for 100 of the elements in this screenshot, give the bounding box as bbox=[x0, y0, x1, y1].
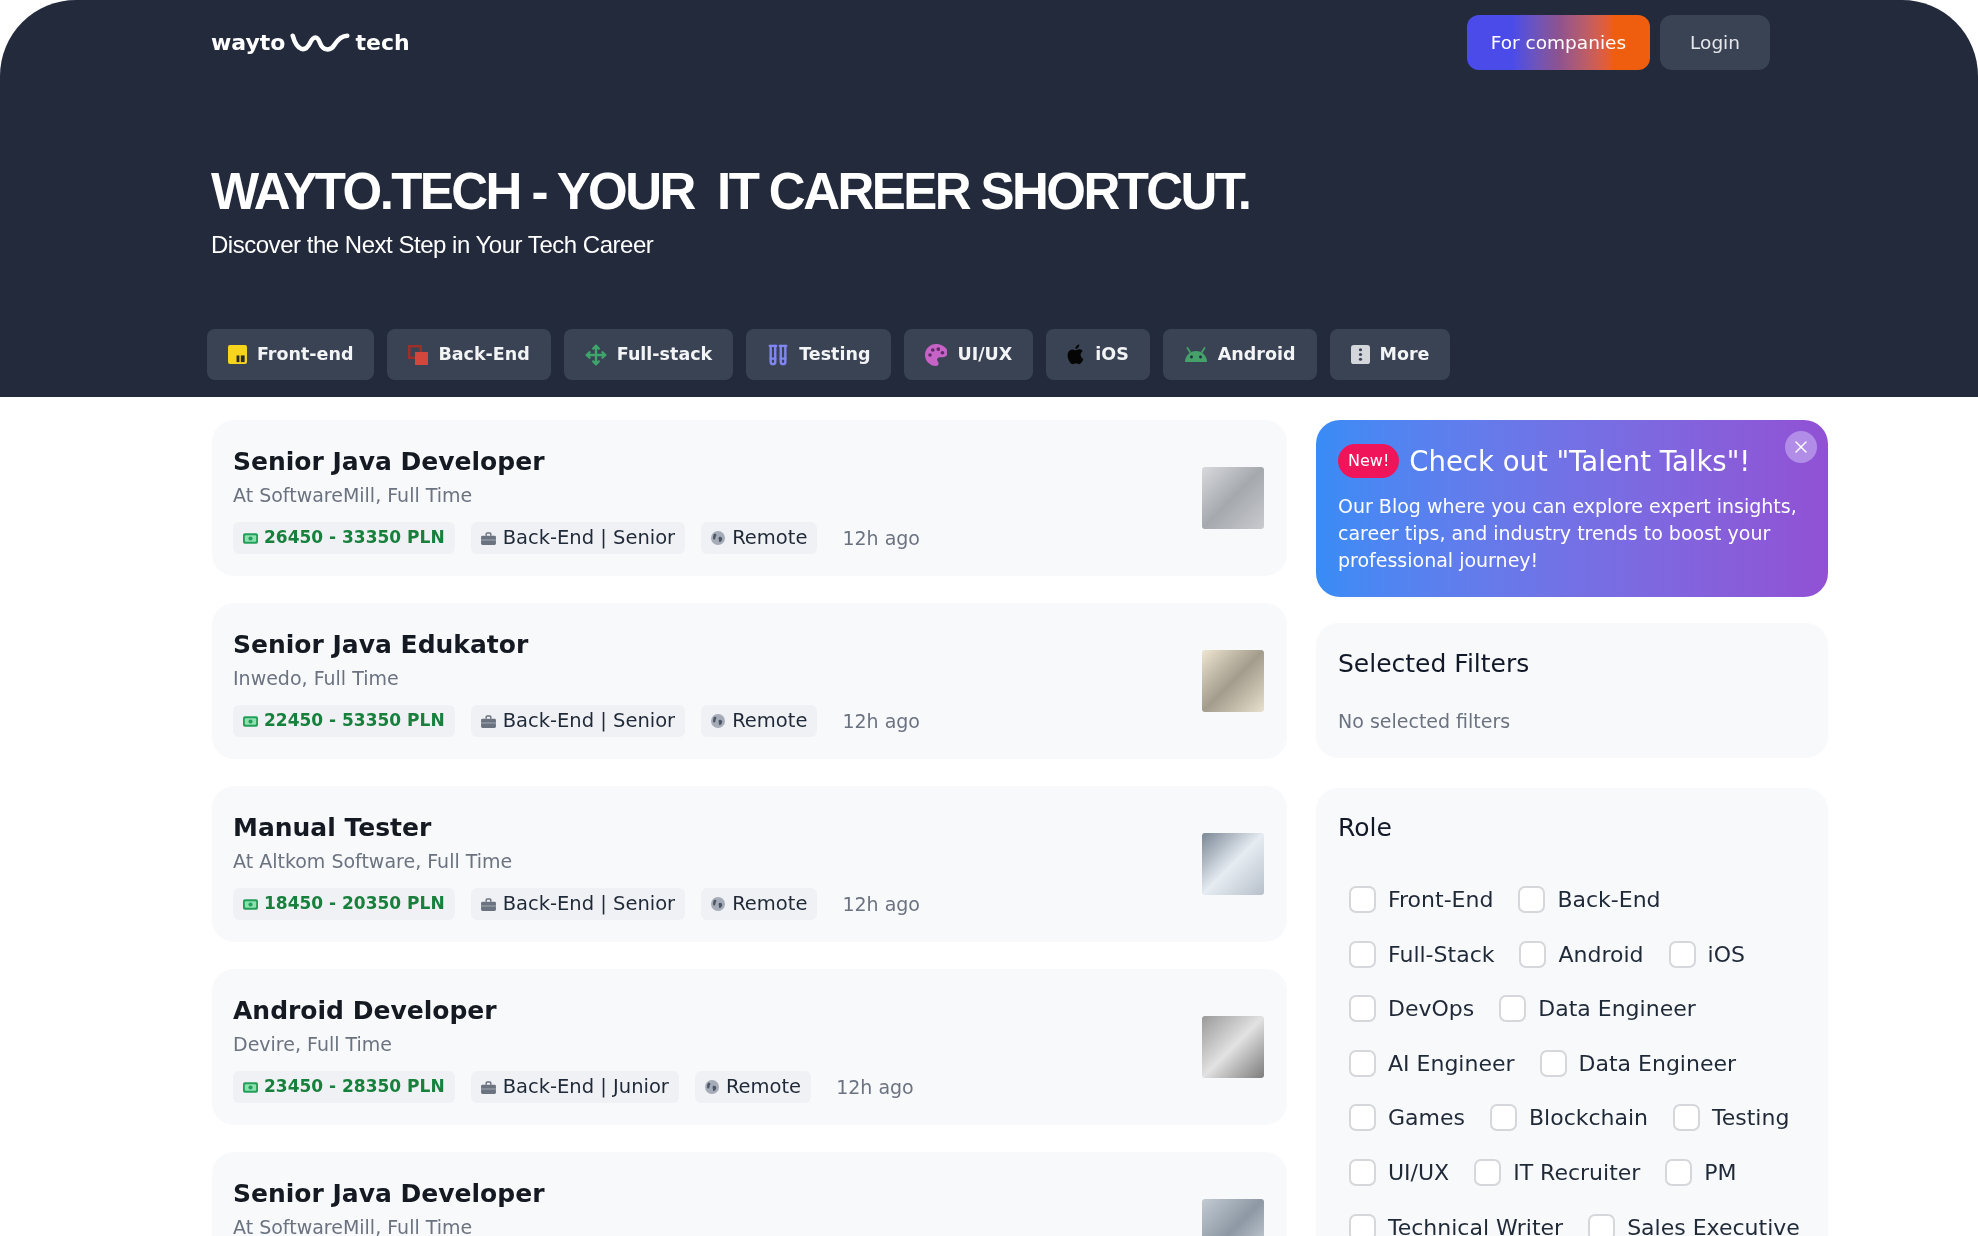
role-option-label[interactable]: Sales Executive bbox=[1627, 1213, 1800, 1236]
banknote-icon bbox=[243, 1081, 258, 1093]
category-button[interactable]: iOS bbox=[1046, 329, 1150, 380]
logo-placeholder bbox=[1202, 833, 1264, 895]
role-option-label[interactable]: DevOps bbox=[1388, 995, 1475, 1023]
job-card[interactable]: Senior Java Edukator Inwedo, Full Time 22450 - 53350 PLN Back-End | Senior Remote 12h ago bbox=[212, 603, 1287, 759]
role-option-label[interactable]: Full-Stack bbox=[1388, 940, 1495, 968]
role-option-label[interactable]: iOS bbox=[1707, 940, 1745, 968]
tile-icon bbox=[228, 345, 247, 364]
salary-text: 22450 - 53350 PLN bbox=[264, 709, 445, 733]
role-option-label[interactable]: PM bbox=[1704, 1158, 1737, 1186]
role-checkbox[interactable] bbox=[1349, 1213, 1376, 1236]
job-card[interactable]: Android Developer Devire, Full Time 23450 - 28350 PLN Back-End | Junior Remote 12h ago bbox=[212, 969, 1287, 1125]
role-option-label[interactable]: AI Engineer bbox=[1388, 1049, 1515, 1077]
briefcase-icon bbox=[480, 897, 496, 911]
briefcase-icon bbox=[480, 714, 496, 728]
role-checkbox[interactable] bbox=[1349, 886, 1376, 913]
logo-placeholder bbox=[1202, 650, 1264, 712]
company-text: At SoftwareMill, Full Time bbox=[233, 1217, 474, 1236]
category-button[interactable]: More bbox=[1329, 329, 1451, 380]
role-checkbox[interactable] bbox=[1349, 1104, 1376, 1132]
role-option-label[interactable]: UI/UX bbox=[1388, 1158, 1450, 1186]
home-logo-link[interactable]: wayto tech bbox=[211, 26, 410, 59]
logo-placeholder bbox=[1202, 467, 1264, 529]
company-text: Devire, Full Time bbox=[233, 1034, 394, 1054]
role-checkbox[interactable] bbox=[1519, 940, 1547, 968]
squares-icon bbox=[408, 344, 429, 365]
role-checkbox[interactable] bbox=[1349, 1158, 1376, 1186]
company-text: At Altkom Software, Full Time bbox=[233, 851, 514, 871]
job-card[interactable]: Senior Java Developer At SoftwareMill, Full Time 26450 - 33350 PLN Back-End | Senior Remote 12h ago bbox=[212, 420, 1287, 576]
dots-icon bbox=[1350, 345, 1370, 364]
category-button[interactable]: UI/UX bbox=[904, 329, 1034, 380]
role-option-label[interactable]: Back-End bbox=[1557, 886, 1661, 913]
role-checkbox[interactable] bbox=[1539, 1049, 1567, 1077]
role-checkbox[interactable] bbox=[1668, 940, 1696, 968]
role-option-label[interactable]: Testing bbox=[1712, 1104, 1790, 1132]
category-button[interactable]: Front-end bbox=[207, 329, 375, 380]
role-option-label[interactable]: Data Engineer bbox=[1578, 1049, 1737, 1077]
role-checkbox[interactable] bbox=[1349, 995, 1376, 1023]
category-button[interactable]: Testing bbox=[746, 329, 892, 380]
job-title: Manual Tester bbox=[233, 812, 433, 844]
role-option-label[interactable]: Android bbox=[1558, 940, 1644, 968]
role-checkbox[interactable] bbox=[1474, 1158, 1502, 1186]
job-title: Senior Java Developer bbox=[233, 1178, 545, 1210]
promo-title: Check out "Talent Talks"! bbox=[1409, 444, 1751, 478]
salary-text: 26450 - 33350 PLN bbox=[264, 526, 445, 550]
category-text: Back-End | Junior bbox=[502, 1074, 669, 1101]
role-checkbox[interactable] bbox=[1489, 1104, 1517, 1132]
category-button[interactable]: Full-stack bbox=[563, 329, 734, 380]
globe-icon bbox=[711, 531, 726, 545]
role-checkbox[interactable] bbox=[1665, 1158, 1693, 1186]
test-tubes-icon bbox=[767, 343, 790, 366]
banknote-icon bbox=[243, 898, 258, 910]
job-title: Senior Java Edukator bbox=[233, 629, 530, 661]
login-button[interactable]: Login bbox=[1660, 15, 1770, 70]
hero-subtitle: Discover the Next Step in Your Tech Career bbox=[211, 230, 655, 260]
role-option-label[interactable]: Data Engineer bbox=[1538, 995, 1696, 1023]
briefcase-icon bbox=[480, 1080, 496, 1094]
role-option-label[interactable]: IT Recruiter bbox=[1513, 1158, 1641, 1186]
job-card[interactable]: Senior Java Developer At SoftwareMill, Full Time bbox=[212, 1152, 1287, 1236]
close-button[interactable] bbox=[1785, 431, 1817, 463]
job-title: Android Developer bbox=[233, 995, 498, 1027]
briefcase-icon bbox=[480, 531, 496, 545]
robot-icon bbox=[1183, 347, 1208, 362]
new-badge: New! bbox=[1338, 444, 1400, 478]
globe-icon bbox=[711, 897, 726, 911]
company-text: Inwedo, Full Time bbox=[233, 668, 400, 688]
role-checkbox[interactable] bbox=[1499, 995, 1527, 1023]
role-checkbox[interactable] bbox=[1588, 1213, 1616, 1236]
role-checkbox[interactable] bbox=[1673, 1104, 1701, 1132]
arrows-icon bbox=[584, 343, 607, 366]
role-checkbox[interactable] bbox=[1518, 886, 1546, 913]
job-card[interactable]: Manual Tester At Altkom Software, Full Time 18450 - 20350 PLN Back-End | Senior Remote 12h ago bbox=[212, 786, 1287, 942]
panel-title: Role bbox=[1338, 812, 1393, 844]
posted-time: 12h ago bbox=[842, 525, 920, 551]
category-text: Back-End | Senior bbox=[502, 891, 676, 918]
location-text: Remote bbox=[725, 1074, 802, 1101]
palette-icon bbox=[925, 343, 948, 366]
location-text: Remote bbox=[732, 891, 808, 918]
hero-title: WAYTO.TECH - YOUR IT CAREER SHORTCUT. bbox=[211, 164, 1251, 219]
wave-logo-icon bbox=[290, 31, 351, 54]
globe-icon bbox=[704, 1080, 719, 1094]
location-text: Remote bbox=[732, 525, 808, 552]
category-text: Back-End | Senior bbox=[502, 525, 676, 552]
promo-text: Our Blog where you can explore expert insights, career tips, and industry trends to boost your professional journey! bbox=[1338, 494, 1798, 573]
company-text: At SoftwareMill, Full Time bbox=[233, 485, 474, 505]
role-checkbox[interactable] bbox=[1349, 1049, 1376, 1077]
role-checkbox[interactable] bbox=[1349, 940, 1376, 968]
salary-text: 23450 - 28350 PLN bbox=[264, 1075, 445, 1099]
role-option-label[interactable]: Front-End bbox=[1388, 886, 1494, 913]
globe-icon bbox=[711, 714, 726, 728]
logo-placeholder bbox=[1202, 1016, 1264, 1078]
apple-icon bbox=[1067, 344, 1086, 365]
category-button[interactable]: Android bbox=[1162, 329, 1317, 380]
location-text: Remote bbox=[732, 708, 808, 735]
category-button[interactable]: Back-End bbox=[387, 329, 551, 380]
role-option-label[interactable]: Games bbox=[1388, 1104, 1465, 1132]
role-option-label[interactable]: Technical Writer bbox=[1388, 1213, 1564, 1236]
role-option-label[interactable]: Blockchain bbox=[1528, 1104, 1649, 1132]
banknote-icon bbox=[243, 715, 258, 727]
